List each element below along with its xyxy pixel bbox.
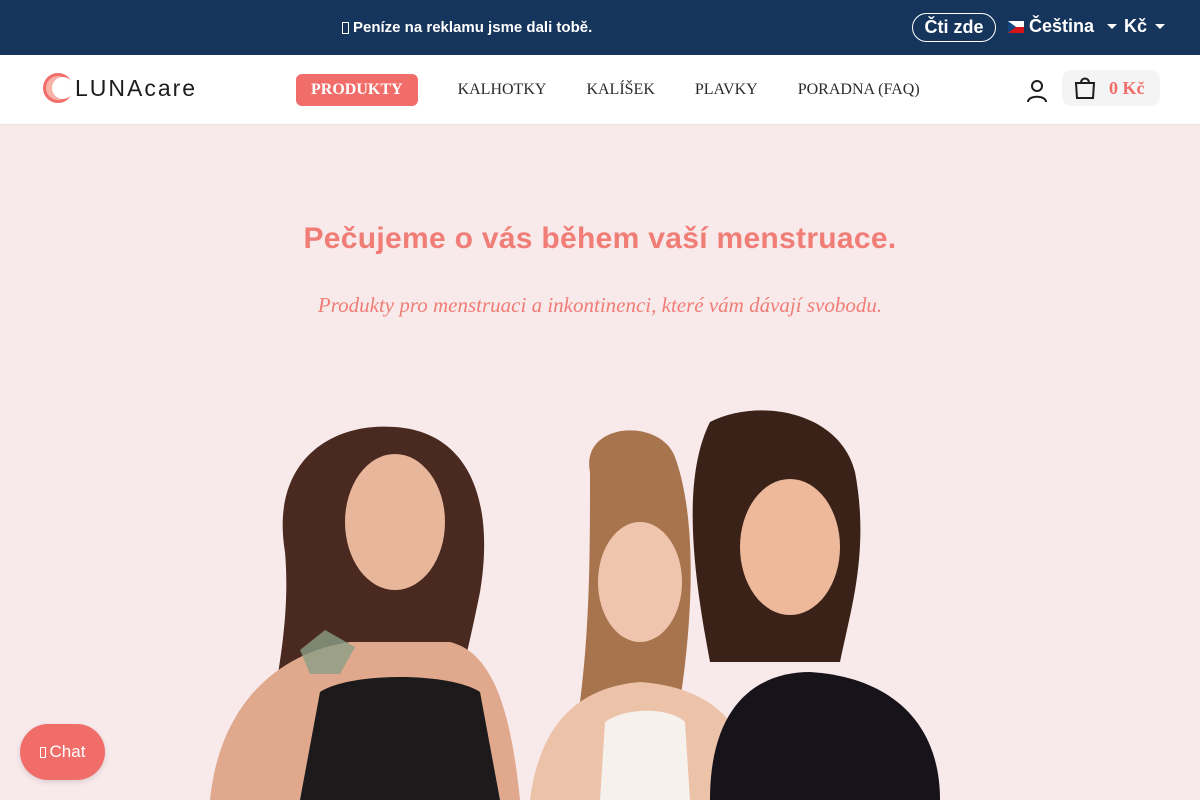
nav-item-poradna[interactable]: PORADNA (FAQ) [798,81,920,99]
hero-title: Pečujeme o vás během vaší menstruace. [303,222,897,255]
nav-item-plavky[interactable]: PLAVKY [695,81,758,99]
main-nav: PRODUKTY KALHOTKY KALÍŠEK PLAVKY PORADNA… [296,74,960,106]
hero-section: Pečujeme o vás během vaší menstruace. Pr… [0,146,1200,800]
currency-selector[interactable]: Kč [1124,16,1166,37]
top-announcement-bar: Peníze na reklamu jsme dali tobě. Čti zd… [0,0,1200,55]
hero-subtitle: Produkty pro menstruaci a inkontinenci, … [317,293,883,317]
site-header: LUNAcare PRODUKTY KALHOTKY KALÍŠEK PLAVK… [0,55,1200,125]
logo-moon-icon [43,73,73,103]
megaphone-icon [342,21,349,34]
logo-text: LUNAcare [75,74,198,101]
shopping-bag-icon [1074,77,1096,99]
language-label: Čeština [1029,16,1095,36]
nav-item-produkty[interactable]: PRODUKTY [296,74,418,106]
user-icon[interactable] [1026,79,1048,103]
announcement: Peníze na reklamu jsme dali tobě. [342,19,592,36]
chat-button[interactable]: Chat [20,724,105,780]
cart-button[interactable]: 0 Kč [1062,70,1160,106]
czech-flag-icon [1008,20,1024,33]
announcement-text: Peníze na reklamu jsme dali tobě. [353,19,593,36]
chat-label: Chat [49,742,86,761]
currency-label: Kč [1124,16,1148,36]
nav-item-kalhotky[interactable]: KALHOTKY [458,81,547,99]
language-selector[interactable]: Čeština [1008,16,1118,37]
cart-total: 0 Kč [1109,77,1145,98]
read-here-button[interactable]: Čti zde [912,13,996,42]
nav-item-kalisek[interactable]: KALÍŠEK [586,81,654,99]
chat-icon [39,746,46,758]
logo[interactable]: LUNAcare [43,73,197,103]
hero-image [210,410,940,800]
chevron-down-icon [1107,24,1118,29]
chevron-down-icon [1155,24,1166,29]
